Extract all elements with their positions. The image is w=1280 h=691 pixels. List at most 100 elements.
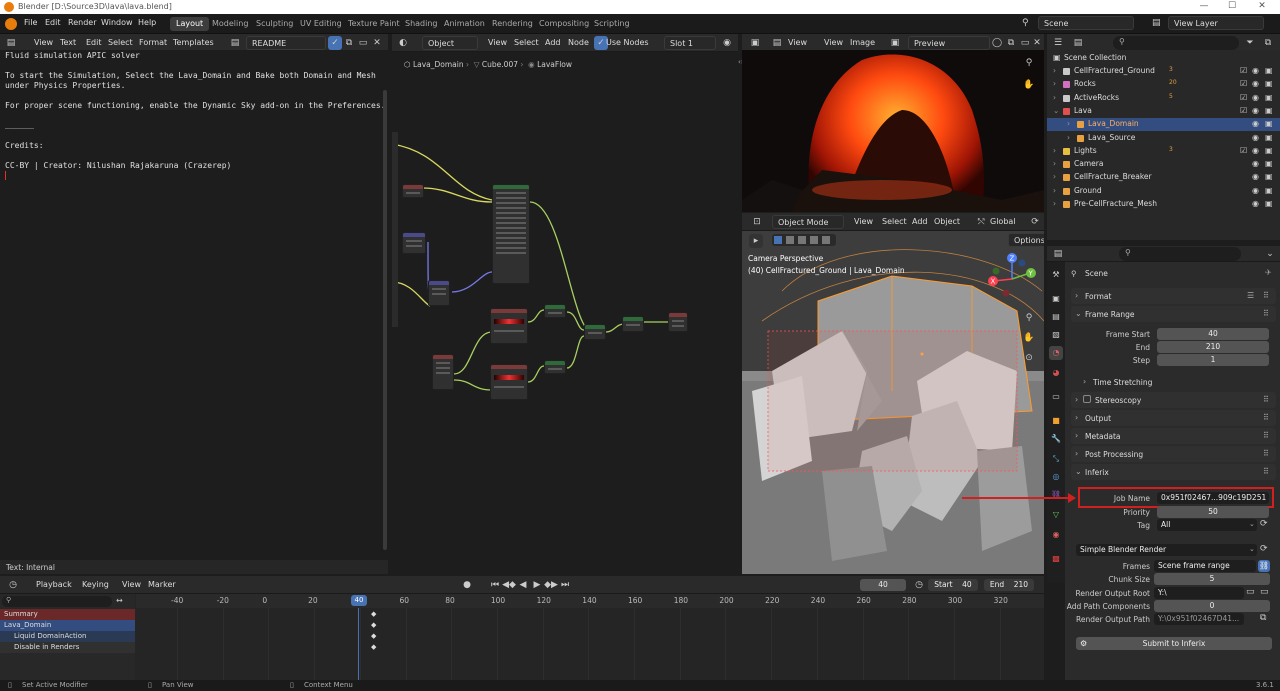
refresh-icon[interactable]: ⟳ — [1260, 544, 1268, 554]
text-menu-templates[interactable]: Templates — [173, 38, 214, 47]
image-browse-icon[interactable]: ▣ — [888, 36, 902, 50]
eye-icon[interactable]: ◉ — [1252, 133, 1259, 142]
stereoscopy-checkbox[interactable] — [1083, 395, 1091, 403]
tab-rendering[interactable]: Rendering — [486, 17, 539, 31]
jump-start-icon[interactable]: ⏮ — [488, 578, 502, 592]
select-subtract-icon[interactable] — [798, 236, 806, 244]
expand-chevron-icon[interactable]: › — [1053, 66, 1056, 75]
view-layer-selector[interactable]: View Layer — [1168, 16, 1264, 30]
transform-orientation[interactable]: Global — [990, 217, 1016, 226]
panel-output[interactable]: › Output ⠿ — [1071, 410, 1276, 426]
viewport-type-icon[interactable]: ⊡ — [750, 215, 764, 229]
zoom-view-icon[interactable]: ⚲ — [1022, 311, 1036, 325]
outliner-item[interactable]: › ActiveRocks 5 ☑ ◉ ▣ — [1047, 92, 1280, 105]
tab-sculpting[interactable]: Sculpting — [250, 17, 299, 31]
drag-handle-icon[interactable]: ⠿ — [1263, 449, 1269, 458]
outliner-item[interactable]: › Pre-CellFracture_Mesh ◉ ▣ — [1047, 198, 1280, 211]
exclude-checkbox-icon[interactable]: ☑ — [1240, 146, 1247, 155]
outliner-search-input[interactable]: ⚲ — [1113, 36, 1239, 50]
properties-options-icon[interactable]: ⌄ — [1263, 247, 1277, 261]
node-mapping[interactable] — [402, 232, 426, 254]
text-browse-icon[interactable]: ▤ — [228, 36, 242, 50]
node-material-output[interactable] — [668, 312, 688, 332]
folder-icon[interactable]: ▭ — [1246, 587, 1255, 597]
viewport-menu-add[interactable]: Add — [912, 217, 928, 226]
new-collection-icon[interactable]: ⧉ — [1261, 36, 1275, 50]
node-noise[interactable] — [432, 354, 454, 390]
render-camera-icon[interactable]: ▣ — [1265, 79, 1273, 88]
current-frame-field[interactable]: 40 — [860, 579, 906, 591]
eye-icon[interactable]: ◉ — [1252, 199, 1259, 208]
node-color-ramp-1[interactable] — [490, 308, 528, 344]
frame-end-field[interactable]: 210 — [1157, 341, 1269, 353]
job-name-field[interactable]: 0x951f02467...909c19D251 — [1157, 492, 1269, 504]
filter-icon[interactable]: ⏷ — [1243, 36, 1257, 50]
channel-action[interactable]: Liquid DomainAction — [0, 631, 135, 642]
image-new-icon[interactable]: ⧉ — [1004, 36, 1018, 50]
preview-range-icon[interactable]: ◷ — [912, 578, 926, 592]
render-output-root-field[interactable]: Y:\ — [1154, 587, 1244, 599]
node-object-dropdown[interactable]: Object — [422, 36, 478, 50]
node-add-shader[interactable] — [584, 324, 606, 340]
render-camera-icon[interactable]: ▣ — [1265, 66, 1273, 75]
tab-uv-editing[interactable]: UV Editing — [294, 17, 348, 31]
play-icon[interactable]: ▶ — [530, 578, 544, 592]
channel-modifier[interactable]: Disable in Renders — [0, 642, 135, 653]
end-frame-field[interactable]: End 210 — [984, 579, 1034, 591]
outliner-item[interactable]: › Camera ◉ ▣ — [1047, 158, 1280, 171]
properties-search-input[interactable]: ⚲ — [1119, 247, 1241, 261]
outliner-type-icon[interactable]: ☰ — [1051, 36, 1065, 50]
keyframe-icon[interactable]: ◆ — [371, 610, 376, 618]
swap-icon[interactable]: ↔ — [116, 596, 123, 605]
view-layer-tab-icon[interactable]: ▧ — [1049, 328, 1063, 342]
channel-summary[interactable]: Summary — [0, 609, 135, 620]
node-menu-select[interactable]: Select — [514, 38, 539, 47]
panel-format[interactable]: › Format ☰ ⠿ — [1071, 288, 1276, 304]
outliner-item[interactable]: › CellFractured_Ground 3 ☑ ◉ ▣ — [1047, 65, 1280, 78]
tab-animation[interactable]: Animation — [438, 17, 491, 31]
expand-chevron-icon[interactable]: › — [1053, 186, 1056, 195]
material-tab-icon[interactable]: ◉ — [1049, 528, 1063, 542]
eye-icon[interactable]: ◉ — [1252, 93, 1259, 102]
frame-start-field[interactable]: 40 — [1157, 328, 1269, 340]
tab-modeling[interactable]: Modeling — [206, 17, 254, 31]
toolbar-toggle-icon[interactable]: ▸ — [749, 234, 763, 248]
timeline-menu-view[interactable]: View — [122, 580, 141, 589]
physics-tab-icon[interactable]: ◎ — [1049, 470, 1063, 484]
output-tab-icon[interactable]: ▤ — [1049, 310, 1063, 324]
timeline-menu-keying[interactable]: Keying — [82, 580, 109, 589]
drag-handle-icon[interactable]: ⠿ — [1263, 395, 1269, 404]
exclude-checkbox-icon[interactable]: ☑ — [1240, 106, 1247, 115]
menu-file[interactable]: File — [24, 18, 37, 27]
outliner-item[interactable]: › Lights 3 ☑ ◉ ▣ — [1047, 145, 1280, 158]
folder-browse-icon[interactable]: ▭ — [1260, 587, 1269, 597]
node-vector[interactable] — [428, 280, 450, 306]
object-tab-icon[interactable]: ■ — [1049, 414, 1063, 428]
playhead[interactable]: 40 — [351, 595, 367, 606]
expand-chevron-icon[interactable]: › — [1067, 133, 1070, 142]
frame-step-field[interactable]: 1 — [1157, 354, 1269, 366]
render-camera-icon[interactable]: ▣ — [1265, 119, 1273, 128]
tab-compositing[interactable]: Compositing — [533, 17, 595, 31]
chunk-size-field[interactable]: 5 — [1154, 573, 1270, 585]
render-camera-icon[interactable]: ▣ — [1265, 146, 1273, 155]
options-dropdown[interactable]: Options — [1008, 233, 1044, 247]
slot-dropdown[interactable]: Slot 1 — [664, 36, 716, 50]
outliner-item[interactable]: ⌄ Lava ☑ ◉ ▣ — [1047, 105, 1280, 118]
text-menu-edit[interactable]: Edit — [86, 38, 102, 47]
node-menu-view[interactable]: View — [488, 38, 507, 47]
menu-window[interactable]: Window — [101, 18, 133, 27]
image-editor-type-icon[interactable]: ▣ — [748, 36, 762, 50]
eye-icon[interactable]: ◉ — [1252, 186, 1259, 195]
close-icon[interactable]: ✕ — [1252, 1, 1272, 13]
minimize-icon[interactable]: — — [1194, 1, 1214, 13]
text-file-name[interactable]: README — [246, 36, 326, 50]
outliner-root[interactable]: ▣ Scene Collection — [1047, 52, 1280, 65]
eye-icon[interactable]: ◉ — [1252, 146, 1259, 155]
image-view-toggle-icon[interactable]: ▤ — [770, 36, 784, 50]
copy-icon[interactable]: ⧉ — [1260, 613, 1266, 623]
render-camera-icon[interactable]: ▣ — [1265, 186, 1273, 195]
jump-end-icon[interactable]: ⏭ — [558, 578, 572, 592]
expand-chevron-icon[interactable]: › — [1053, 79, 1056, 88]
render-camera-icon[interactable]: ▣ — [1265, 106, 1273, 115]
